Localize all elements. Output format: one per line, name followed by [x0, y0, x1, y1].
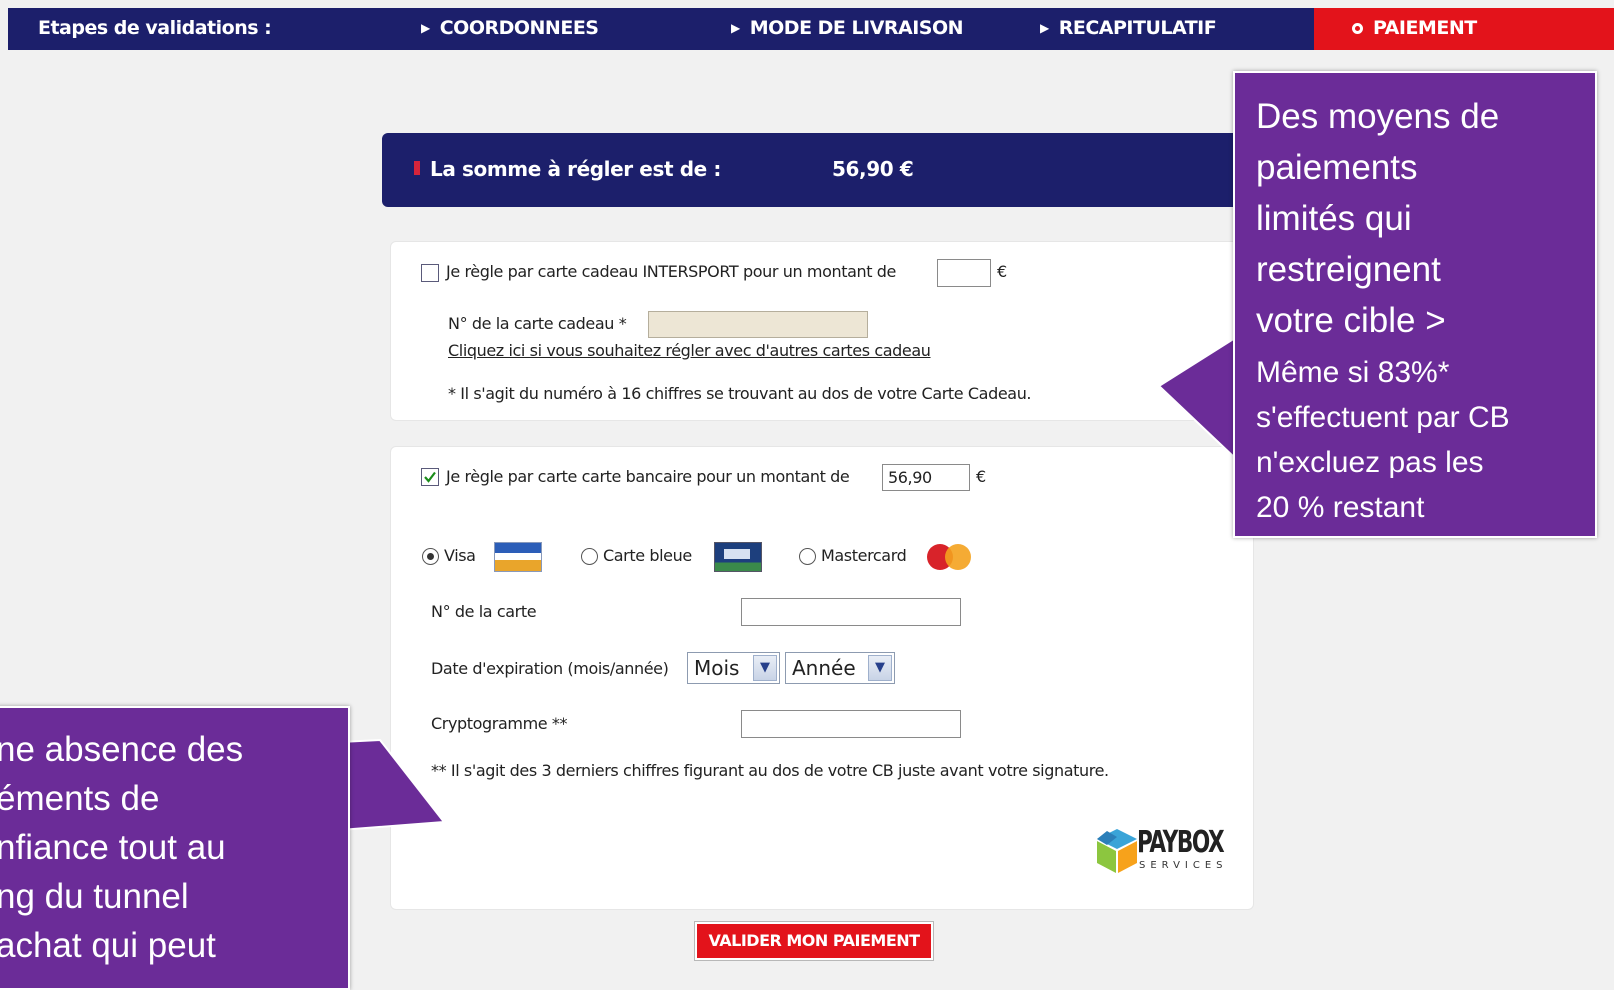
- step-mode-livraison[interactable]: ▶ MODE DE LIVRAISON: [731, 17, 964, 39]
- mastercard-radio[interactable]: [799, 548, 816, 565]
- gift-card-note: * Il s'agit du numéro à 16 chiffres se t…: [448, 384, 1032, 403]
- paybox-logo: PAYBOX SERVICES: [1093, 825, 1243, 879]
- chevron-down-icon: ▼: [753, 655, 777, 681]
- paybox-subtext: SERVICES: [1139, 860, 1228, 871]
- bank-card-text: Je règle par carte carte bancaire pour u…: [446, 467, 850, 486]
- card-number-input[interactable]: [741, 598, 961, 626]
- chevron-right-icon: ▶: [731, 21, 740, 35]
- checkmark-icon: [424, 471, 436, 483]
- gift-card-amount-input[interactable]: [937, 259, 991, 287]
- cvv-note: ** Il s'agit des 3 derniers chiffres fig…: [431, 761, 1109, 780]
- cvv-input[interactable]: [741, 710, 961, 738]
- steps-label: Etapes de validations :: [38, 17, 272, 39]
- bank-card-currency: €: [976, 467, 986, 486]
- bank-card-panel: Je règle par carte carte bancaire pour u…: [390, 446, 1254, 910]
- visa-card-icon: [494, 542, 542, 572]
- paybox-cube-icon: [1097, 829, 1137, 873]
- gift-card-number-input[interactable]: [648, 311, 868, 338]
- carte-bleue-label: Carte bleue: [603, 546, 692, 565]
- gift-card-currency: €: [997, 262, 1007, 281]
- step-paiement-active: PAIEMENT: [1314, 8, 1614, 50]
- visa-radio[interactable]: [422, 548, 439, 565]
- validate-payment-button[interactable]: VALIDER MON PAIEMENT: [694, 921, 934, 961]
- amount-label: La somme à régler est de :: [430, 157, 721, 181]
- chevron-right-icon: ▶: [421, 21, 430, 35]
- gift-card-number-label: N° de la carte cadeau *: [448, 314, 627, 333]
- carte-bleue-radio[interactable]: [581, 548, 598, 565]
- bank-card-amount-input[interactable]: 56,90: [882, 464, 970, 491]
- callout-left-pointer: [340, 738, 446, 832]
- gift-card-checkbox[interactable]: [421, 264, 439, 282]
- circle-icon: [1352, 23, 1363, 34]
- gift-card-panel: Je règle par carte cadeau INTERSPORT pou…: [390, 241, 1254, 421]
- step-recapitulatif[interactable]: ▶ RECAPITULATIF: [1040, 17, 1217, 39]
- visa-label: Visa: [444, 546, 476, 565]
- gift-card-text: Je règle par carte cadeau INTERSPORT pou…: [446, 262, 897, 281]
- checkout-steps-bar: Etapes de validations : ▶ COORDONNEES ▶ MO…: [8, 8, 1614, 50]
- callout-payment-methods: Des moyens de paiements limités qui rest…: [1233, 71, 1597, 538]
- card-number-label: N° de la carte: [431, 602, 537, 621]
- expiry-year-select[interactable]: Année ▼: [785, 652, 895, 684]
- expiry-month-select[interactable]: Mois ▼: [687, 652, 780, 684]
- chevron-right-icon: ▶: [1040, 21, 1049, 35]
- paybox-text: PAYBOX: [1137, 825, 1225, 860]
- bank-card-checkbox[interactable]: [421, 468, 439, 486]
- chevron-down-icon: ▼: [868, 655, 892, 681]
- amount-due-bar: La somme à régler est de : 56,90 €: [382, 133, 1252, 207]
- amount-value: 56,90 €: [832, 157, 914, 181]
- mastercard-label: Mastercard: [821, 546, 907, 565]
- bullet-icon: [414, 161, 420, 175]
- other-gift-cards-link[interactable]: Cliquez ici si vous souhaitez régler ave…: [448, 341, 931, 360]
- carte-bleue-card-icon: [714, 542, 762, 572]
- mastercard-icon: [927, 542, 973, 570]
- expiry-label: Date d'expiration (mois/année): [431, 659, 669, 678]
- step-coordonnees[interactable]: ▶ COORDONNEES: [421, 17, 599, 39]
- callout-trust-elements: ne absence des éments de nfiance tout au…: [0, 706, 350, 990]
- cvv-label: Cryptogramme **: [431, 714, 568, 733]
